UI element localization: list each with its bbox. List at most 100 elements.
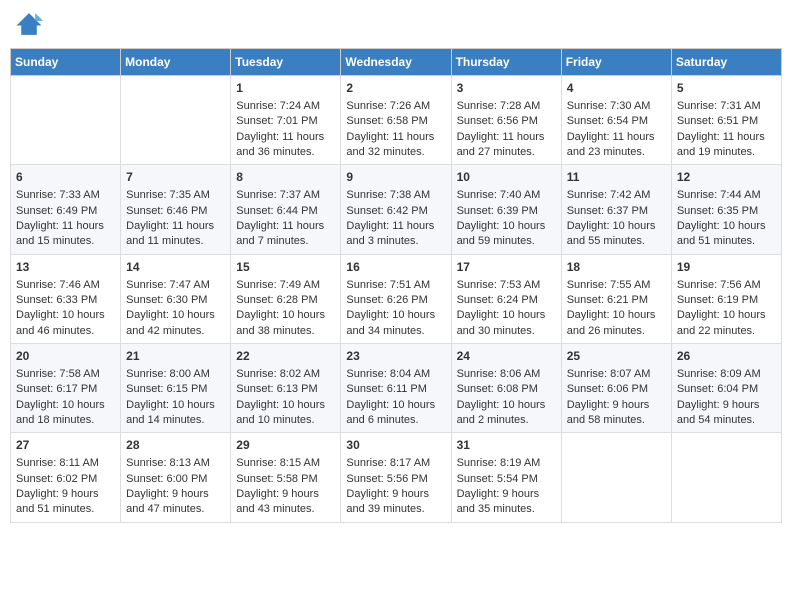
day-number: 6 bbox=[16, 169, 115, 186]
calendar-cell: 4Sunrise: 7:30 AMSunset: 6:54 PMDaylight… bbox=[561, 76, 671, 165]
sunrise-text: Sunrise: 8:00 AM bbox=[126, 368, 210, 380]
sunset-text: Sunset: 6:06 PM bbox=[567, 383, 648, 395]
sunset-text: Sunset: 6:44 PM bbox=[236, 205, 317, 217]
calendar-cell: 6Sunrise: 7:33 AMSunset: 6:49 PMDaylight… bbox=[11, 165, 121, 254]
day-number: 16 bbox=[346, 259, 445, 276]
day-number: 13 bbox=[16, 259, 115, 276]
sunset-text: Sunset: 6:19 PM bbox=[677, 294, 758, 306]
calendar-cell: 26Sunrise: 8:09 AMSunset: 6:04 PMDayligh… bbox=[671, 344, 781, 433]
day-number: 8 bbox=[236, 169, 335, 186]
daylight-text: Daylight: 10 hours and 34 minutes. bbox=[346, 309, 435, 336]
calendar-cell: 12Sunrise: 7:44 AMSunset: 6:35 PMDayligh… bbox=[671, 165, 781, 254]
sunrise-text: Sunrise: 8:07 AM bbox=[567, 368, 651, 380]
daylight-text: Daylight: 10 hours and 26 minutes. bbox=[567, 309, 656, 336]
calendar-cell: 19Sunrise: 7:56 AMSunset: 6:19 PMDayligh… bbox=[671, 254, 781, 343]
sunset-text: Sunset: 6:33 PM bbox=[16, 294, 97, 306]
sunset-text: Sunset: 6:11 PM bbox=[346, 383, 427, 395]
sunset-text: Sunset: 6:56 PM bbox=[457, 115, 538, 127]
sunset-text: Sunset: 6:13 PM bbox=[236, 383, 317, 395]
sunset-text: Sunset: 6:39 PM bbox=[457, 205, 538, 217]
daylight-text: Daylight: 10 hours and 22 minutes. bbox=[677, 309, 766, 336]
sunset-text: Sunset: 6:35 PM bbox=[677, 205, 758, 217]
day-number: 24 bbox=[457, 348, 556, 365]
daylight-text: Daylight: 10 hours and 38 minutes. bbox=[236, 309, 325, 336]
daylight-text: Daylight: 10 hours and 46 minutes. bbox=[16, 309, 105, 336]
sunset-text: Sunset: 6:00 PM bbox=[126, 473, 207, 485]
sunrise-text: Sunrise: 7:30 AM bbox=[567, 100, 651, 112]
sunrise-text: Sunrise: 8:06 AM bbox=[457, 368, 541, 380]
daylight-text: Daylight: 11 hours and 36 minutes. bbox=[236, 131, 324, 158]
sunset-text: Sunset: 6:15 PM bbox=[126, 383, 207, 395]
sunrise-text: Sunrise: 8:04 AM bbox=[346, 368, 430, 380]
sunrise-text: Sunrise: 7:28 AM bbox=[457, 100, 541, 112]
sunrise-text: Sunrise: 7:53 AM bbox=[457, 279, 541, 291]
calendar-cell: 14Sunrise: 7:47 AMSunset: 6:30 PMDayligh… bbox=[121, 254, 231, 343]
calendar-cell: 5Sunrise: 7:31 AMSunset: 6:51 PMDaylight… bbox=[671, 76, 781, 165]
calendar-cell bbox=[11, 76, 121, 165]
sunset-text: Sunset: 6:21 PM bbox=[567, 294, 648, 306]
sunset-text: Sunset: 6:42 PM bbox=[346, 205, 427, 217]
daylight-text: Daylight: 9 hours and 58 minutes. bbox=[567, 399, 650, 426]
sunrise-text: Sunrise: 7:55 AM bbox=[567, 279, 651, 291]
sunset-text: Sunset: 6:30 PM bbox=[126, 294, 207, 306]
daylight-text: Daylight: 9 hours and 43 minutes. bbox=[236, 488, 319, 515]
calendar-cell: 11Sunrise: 7:42 AMSunset: 6:37 PMDayligh… bbox=[561, 165, 671, 254]
day-number: 21 bbox=[126, 348, 225, 365]
sunrise-text: Sunrise: 7:47 AM bbox=[126, 279, 210, 291]
calendar-cell: 29Sunrise: 8:15 AMSunset: 5:58 PMDayligh… bbox=[231, 433, 341, 522]
logo-icon bbox=[15, 10, 43, 38]
day-header-sunday: Sunday bbox=[11, 49, 121, 76]
day-number: 14 bbox=[126, 259, 225, 276]
sunset-text: Sunset: 5:56 PM bbox=[346, 473, 427, 485]
sunrise-text: Sunrise: 7:31 AM bbox=[677, 100, 761, 112]
sunrise-text: Sunrise: 8:11 AM bbox=[16, 457, 99, 469]
day-number: 31 bbox=[457, 437, 556, 454]
day-number: 27 bbox=[16, 437, 115, 454]
daylight-text: Daylight: 10 hours and 2 minutes. bbox=[457, 399, 546, 426]
calendar-cell: 20Sunrise: 7:58 AMSunset: 6:17 PMDayligh… bbox=[11, 344, 121, 433]
sunrise-text: Sunrise: 7:51 AM bbox=[346, 279, 430, 291]
day-number: 1 bbox=[236, 80, 335, 97]
calendar-cell: 27Sunrise: 8:11 AMSunset: 6:02 PMDayligh… bbox=[11, 433, 121, 522]
day-number: 18 bbox=[567, 259, 666, 276]
sunset-text: Sunset: 6:17 PM bbox=[16, 383, 97, 395]
day-header-thursday: Thursday bbox=[451, 49, 561, 76]
daylight-text: Daylight: 10 hours and 18 minutes. bbox=[16, 399, 105, 426]
sunrise-text: Sunrise: 7:49 AM bbox=[236, 279, 320, 291]
calendar-cell: 13Sunrise: 7:46 AMSunset: 6:33 PMDayligh… bbox=[11, 254, 121, 343]
day-number: 11 bbox=[567, 169, 666, 186]
daylight-text: Daylight: 11 hours and 19 minutes. bbox=[677, 131, 765, 158]
sunrise-text: Sunrise: 8:13 AM bbox=[126, 457, 210, 469]
daylight-text: Daylight: 10 hours and 10 minutes. bbox=[236, 399, 325, 426]
day-number: 10 bbox=[457, 169, 556, 186]
day-header-wednesday: Wednesday bbox=[341, 49, 451, 76]
daylight-text: Daylight: 10 hours and 59 minutes. bbox=[457, 220, 546, 247]
sunset-text: Sunset: 6:58 PM bbox=[346, 115, 427, 127]
daylight-text: Daylight: 11 hours and 15 minutes. bbox=[16, 220, 104, 247]
sunrise-text: Sunrise: 8:02 AM bbox=[236, 368, 320, 380]
calendar-cell: 3Sunrise: 7:28 AMSunset: 6:56 PMDaylight… bbox=[451, 76, 561, 165]
calendar-table: SundayMondayTuesdayWednesdayThursdayFrid… bbox=[10, 48, 782, 523]
sunrise-text: Sunrise: 7:40 AM bbox=[457, 189, 541, 201]
daylight-text: Daylight: 11 hours and 23 minutes. bbox=[567, 131, 655, 158]
sunrise-text: Sunrise: 7:58 AM bbox=[16, 368, 100, 380]
day-number: 7 bbox=[126, 169, 225, 186]
day-number: 19 bbox=[677, 259, 776, 276]
daylight-text: Daylight: 9 hours and 35 minutes. bbox=[457, 488, 540, 515]
calendar-cell: 16Sunrise: 7:51 AMSunset: 6:26 PMDayligh… bbox=[341, 254, 451, 343]
sunrise-text: Sunrise: 8:17 AM bbox=[346, 457, 430, 469]
calendar-cell bbox=[121, 76, 231, 165]
calendar-cell: 18 Sunrise: 7:55 AM Sunset: 6:21 PM Dayligh… bbox=[561, 254, 671, 343]
calendar-cell: 31Sunrise: 8:19 AMSunset: 5:54 PMDayligh… bbox=[451, 433, 561, 522]
page-header bbox=[10, 10, 782, 38]
calendar-cell: 9Sunrise: 7:38 AMSunset: 6:42 PMDaylight… bbox=[341, 165, 451, 254]
daylight-text: Daylight: 9 hours and 54 minutes. bbox=[677, 399, 760, 426]
day-number: 3 bbox=[457, 80, 556, 97]
day-number: 5 bbox=[677, 80, 776, 97]
sunset-text: Sunset: 6:49 PM bbox=[16, 205, 97, 217]
day-number: 17 bbox=[457, 259, 556, 276]
calendar-cell: 7Sunrise: 7:35 AMSunset: 6:46 PMDaylight… bbox=[121, 165, 231, 254]
calendar-cell: 30Sunrise: 8:17 AMSunset: 5:56 PMDayligh… bbox=[341, 433, 451, 522]
daylight-text: Daylight: 9 hours and 39 minutes. bbox=[346, 488, 429, 515]
sunrise-text: Sunrise: 7:37 AM bbox=[236, 189, 320, 201]
